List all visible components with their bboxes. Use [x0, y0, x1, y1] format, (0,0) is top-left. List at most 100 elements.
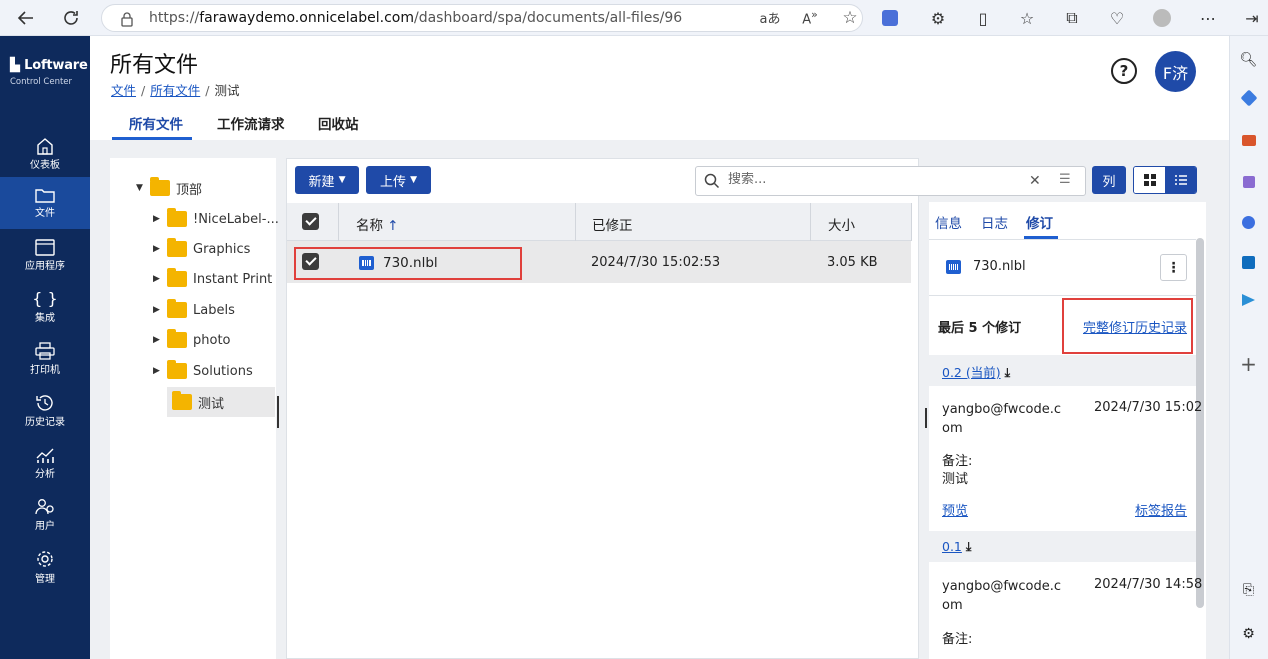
tree-folder-graphics[interactable]: ▶ Graphics — [153, 234, 250, 264]
url-domain: farawaydemo.onnicelabel.com — [199, 10, 414, 26]
grid-view-icon[interactable] — [1134, 167, 1165, 193]
address-bar[interactable]: https://farawaydemo.onnicelabel.com/dash… — [101, 4, 863, 32]
tree-folder-labels[interactable]: ▶ Labels — [153, 295, 235, 325]
new-button[interactable]: 新建 ▼ — [295, 166, 359, 194]
puzzle-extensions-icon[interactable]: ⚙ — [926, 6, 950, 30]
nav-history[interactable]: 历史记录 — [0, 385, 90, 437]
chevron-right-icon[interactable]: ▶ — [153, 366, 167, 376]
shopping-tag-icon[interactable] — [1229, 86, 1268, 110]
breadcrumb-current: 测试 — [214, 83, 240, 98]
collections-icon[interactable]: ⧉ — [1060, 6, 1084, 30]
settings-icon[interactable]: ⚙ — [1229, 622, 1268, 646]
breadcrumb-documents[interactable]: 文件 — [111, 83, 136, 98]
search-box: ✕ ☰ — [695, 166, 1086, 196]
telegram-icon[interactable] — [1229, 288, 1268, 312]
tree-folder-label: Graphics — [193, 241, 251, 257]
sidebar-toggle-icon[interactable]: ⇥ — [1240, 6, 1264, 30]
browser-essentials-icon[interactable]: ♡ — [1105, 6, 1129, 30]
tree-folder-nicelabel[interactable]: ▶ !NiceLabel-... — [153, 204, 279, 234]
games-icon[interactable] — [1229, 170, 1268, 194]
folder-icon — [35, 189, 55, 203]
revision-version-link[interactable]: 0.2 (当前) — [942, 365, 1001, 380]
breadcrumb-all-files[interactable]: 所有文件 — [150, 83, 200, 98]
list-view-icon[interactable] — [1165, 167, 1196, 193]
column-header-size[interactable]: 大小 — [828, 214, 855, 234]
tree-resize-handle[interactable] — [277, 396, 279, 428]
tree-folder-photo[interactable]: ▶ photo — [153, 325, 231, 355]
lock-icon[interactable] — [120, 11, 134, 27]
chevron-right-icon[interactable]: ▶ — [153, 214, 167, 224]
tab-info[interactable]: 信息 — [935, 212, 962, 232]
search-input[interactable] — [728, 172, 1008, 187]
nav-analytics[interactable]: 分析 — [0, 437, 90, 489]
upload-button[interactable]: 上传 ▼ — [366, 166, 431, 194]
details-scrollbar[interactable] — [1196, 238, 1204, 608]
nav-users[interactable]: 用户 — [0, 489, 90, 541]
logo-subtitle: Control Center — [10, 77, 73, 87]
back-icon[interactable] — [14, 6, 38, 30]
nav-analytics-label: 分析 — [35, 469, 55, 480]
nav-documents[interactable]: 文件 — [0, 177, 90, 229]
read-aloud-icon[interactable]: A» — [790, 8, 830, 28]
download-icon[interactable]: ⤓ — [1005, 365, 1011, 380]
chevron-right-icon[interactable]: ▶ — [153, 335, 167, 345]
translate-icon[interactable]: aあ — [750, 8, 790, 28]
kebab-menu-icon[interactable]: ⋮ — [1160, 254, 1187, 281]
revision-version[interactable]: 0.2 (当前) ⤓ — [942, 362, 1010, 381]
clear-icon[interactable]: ✕ — [1029, 173, 1041, 189]
url-text[interactable]: https://farawaydemo.onnicelabel.com/dash… — [149, 10, 682, 26]
tree-folder-label: Labels — [193, 302, 235, 318]
tree-folder-solutions[interactable]: ▶ Solutions — [153, 356, 253, 386]
breadcrumb-separator: / — [205, 83, 210, 98]
nav-integrations[interactable]: { } 集成 — [0, 281, 90, 333]
tree-folder-instant-print[interactable]: ▶ Instant Print — [153, 264, 272, 294]
tree-root[interactable]: ▼ 顶部 — [136, 173, 202, 203]
nav-printers[interactable]: 打印机 — [0, 333, 90, 385]
select-all-checkbox[interactable] — [302, 213, 319, 230]
page-title: 所有文件 — [110, 53, 199, 78]
preview-link[interactable]: 预览 — [942, 500, 968, 519]
tab-workflow-requests[interactable]: 工作流请求 — [217, 113, 285, 133]
chevron-right-icon[interactable]: ▶ — [153, 274, 167, 284]
search-sidebar-icon[interactable]: 🔍︎ — [1229, 48, 1268, 72]
columns-button[interactable]: 列 — [1092, 166, 1126, 194]
nav-integrations-label: 集成 — [35, 313, 55, 324]
toolbox-icon[interactable] — [1229, 128, 1268, 152]
split-screen-icon[interactable]: ▯ — [971, 6, 995, 30]
extension-icon[interactable] — [878, 6, 902, 30]
column-header-modified[interactable]: 已修正 — [592, 214, 633, 234]
chevron-right-icon[interactable]: ▶ — [153, 244, 167, 254]
panel-resize-handle[interactable] — [925, 408, 927, 428]
office-icon[interactable] — [1229, 210, 1268, 234]
tab-all-files[interactable]: 所有文件 — [129, 113, 183, 133]
tree-folder-test[interactable]: 测试 — [172, 387, 224, 417]
column-header-name[interactable]: 名称 ↑ — [356, 214, 399, 234]
revision-version-link[interactable]: 0.1 — [942, 539, 962, 554]
outlook-icon[interactable] — [1229, 250, 1268, 274]
chevron-right-icon[interactable]: ▶ — [153, 305, 167, 315]
tab-revisions[interactable]: 修订 — [1026, 212, 1053, 232]
label-report-link[interactable]: 标签报告 — [1135, 500, 1187, 519]
filter-sliders-icon[interactable]: ☰ — [1059, 172, 1071, 187]
nav-dashboard-label: 仪表板 — [30, 160, 60, 171]
profile-icon[interactable] — [1150, 6, 1174, 30]
tab-recycle-bin[interactable]: 回收站 — [318, 113, 359, 133]
favorites-list-icon[interactable]: ☆ — [1015, 6, 1039, 30]
chevron-down-icon[interactable]: ▼ — [136, 183, 150, 193]
revision-user: yangbo@fwcode.c om — [942, 402, 1061, 436]
more-menu-icon[interactable]: ⋯ — [1196, 6, 1220, 30]
file-modified: 2024/7/30 15:02:53 — [591, 255, 721, 270]
add-sidebar-app-icon[interactable]: + — [1229, 352, 1268, 376]
nav-administration[interactable]: 管理 — [0, 541, 90, 593]
download-icon[interactable]: ⤓ — [966, 539, 972, 554]
favorite-star-icon[interactable]: ☆ — [830, 8, 870, 28]
nav-applications[interactable]: 应用程序 — [0, 229, 90, 281]
help-icon[interactable]: ? — [1111, 58, 1137, 84]
tab-log[interactable]: 日志 — [981, 212, 1008, 232]
refresh-icon[interactable] — [59, 6, 83, 30]
nav-dashboard[interactable]: 仪表板 — [0, 128, 90, 180]
avatar[interactable]: F济 — [1155, 51, 1196, 92]
screenshot-icon[interactable]: ⎘ — [1229, 578, 1268, 602]
revision-version[interactable]: 0.1 ⤓ — [942, 539, 971, 555]
printer-icon — [35, 342, 55, 360]
